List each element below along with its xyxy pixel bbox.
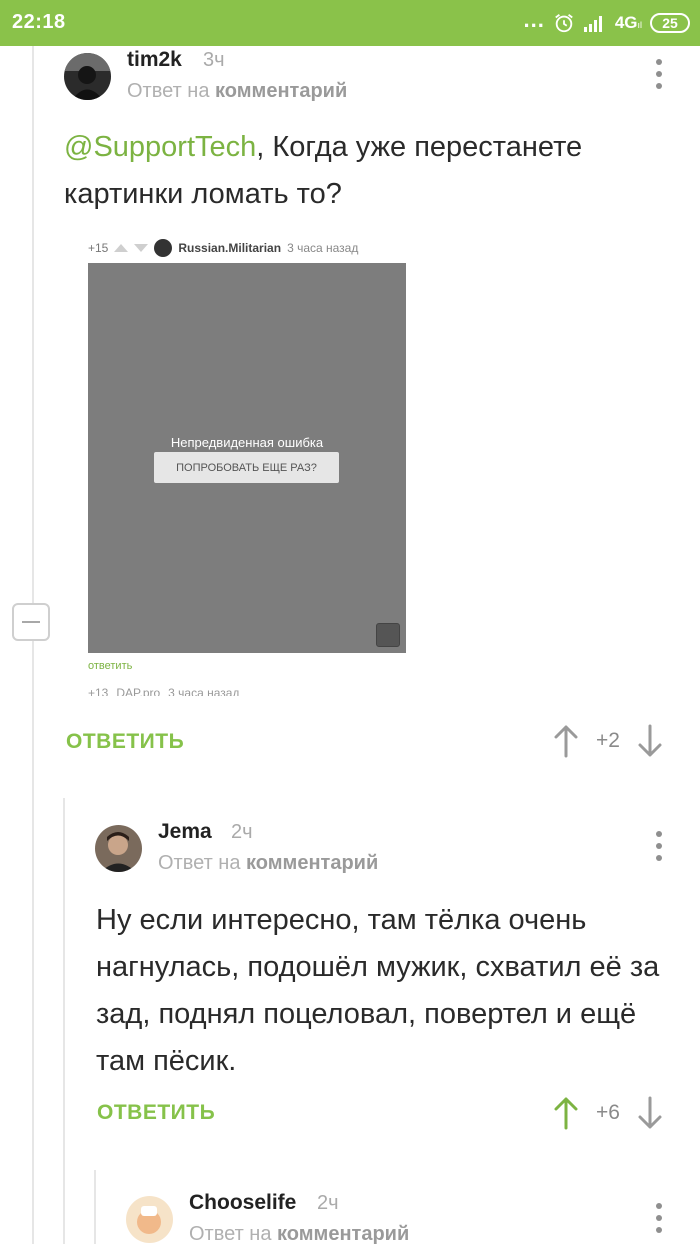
vote-controls: +6	[553, 1096, 663, 1130]
battery-icon: 25	[650, 13, 690, 33]
collapse-thread-button[interactable]	[12, 603, 50, 641]
reply-to-label[interactable]: Ответ на комментарий	[158, 852, 378, 875]
reply-to-label[interactable]: Ответ на комментарий	[189, 1223, 409, 1244]
mention-link[interactable]: @SupportTech	[64, 131, 256, 163]
avatar[interactable]	[126, 1196, 173, 1243]
more-options-icon[interactable]	[655, 59, 663, 89]
minus-icon	[22, 621, 40, 623]
more-options-icon[interactable]	[655, 831, 663, 861]
status-bar: 22:18 ... 4Gıl 25	[0, 0, 700, 46]
status-time: 22:18	[12, 11, 66, 33]
avatar	[154, 239, 173, 257]
embed-author: Russian.Militarian	[178, 241, 282, 255]
embed-meta: +15 Russian.Militarian 3 часа назад	[88, 239, 358, 257]
comment-author[interactable]: Jema	[158, 820, 212, 844]
alarm-icon	[555, 14, 573, 33]
signal-icon	[583, 16, 602, 32]
network-type: 4Gıl	[614, 13, 642, 32]
status-icons: ... 4Gıl 25	[523, 7, 690, 36]
thread-line	[63, 798, 65, 1244]
upvote-arrow-icon[interactable]	[553, 724, 579, 758]
comment-score: +2	[596, 729, 620, 752]
downvote-arrow-icon[interactable]	[637, 724, 663, 758]
comment-score: +6	[596, 1101, 620, 1124]
comment-author[interactable]: tim2k	[127, 48, 182, 72]
downvote-icon	[134, 244, 149, 252]
embed-score: +15	[88, 241, 109, 255]
avatar[interactable]	[95, 825, 142, 872]
broken-image-placeholder: Непредвиденная ошибка ПОПРОБОВАТЬ ЕЩЕ РА…	[88, 263, 406, 653]
more-notifications-icon: ...	[523, 7, 545, 32]
reply-button[interactable]: ОТВЕТИТЬ	[97, 1101, 215, 1125]
embed-next-meta: +13 DAP.pro 3 часа назад	[88, 686, 240, 696]
downvote-arrow-icon[interactable]	[637, 1096, 663, 1130]
comment-time: 3ч	[203, 49, 225, 71]
expand-icon	[376, 623, 400, 647]
reply-to-label[interactable]: Ответ на комментарий	[127, 80, 347, 103]
embedded-screenshot[interactable]: +15 Russian.Militarian 3 часа назад Непр…	[86, 230, 414, 696]
more-options-icon[interactable]	[655, 1203, 663, 1233]
thread-line	[94, 1170, 96, 1244]
reply-button[interactable]: ОТВЕТИТЬ	[66, 730, 184, 754]
comment-author[interactable]: Chooselife	[189, 1191, 296, 1215]
upvote-icon	[114, 244, 129, 252]
comment-text: Ну если интересно, там тёлка очень нагну…	[96, 904, 660, 1077]
embed-time: 3 часа назад	[287, 241, 359, 255]
upvote-arrow-icon[interactable]	[553, 1096, 579, 1130]
error-message: Непредвиденная ошибка	[170, 435, 324, 450]
retry-button: ПОПРОБОВАТЬ ЕЩЕ РАЗ?	[154, 452, 339, 483]
comment-time: 2ч	[317, 1192, 339, 1214]
embed-reply-link: ответить	[88, 660, 133, 672]
comment-time: 2ч	[231, 821, 253, 843]
thread-line	[32, 46, 34, 1244]
avatar[interactable]	[64, 53, 111, 100]
comment-text: @SupportTech, Когда уже перестанете карт…	[64, 131, 583, 210]
vote-controls: +2	[553, 724, 663, 758]
